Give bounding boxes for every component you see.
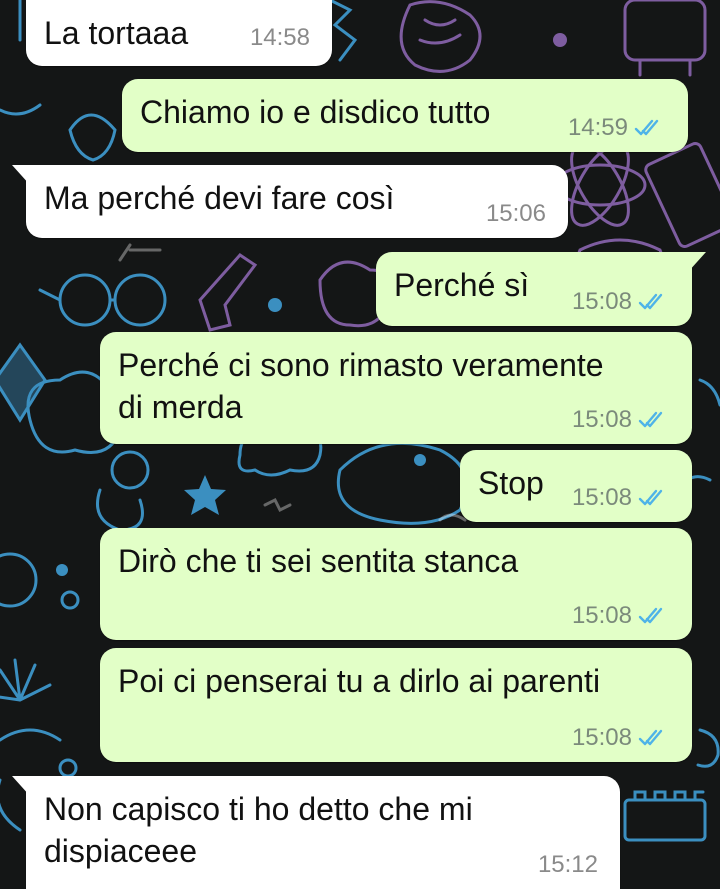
wallpaper-doodle-lego-icon [623, 790, 707, 842]
wallpaper-doodle-star-icon [184, 475, 226, 515]
wallpaper-doodle-revolver-icon [198, 253, 258, 332]
wallpaper-doodle-frame-icon [336, 441, 469, 525]
message-meta: 15:08 [572, 724, 670, 752]
wallpaper-doodle-sticker-icon [623, 0, 707, 77]
message-time: 15:08 [571, 406, 632, 433]
message-time: 15:08 [571, 288, 632, 315]
outgoing-message-bubble[interactable]: Perché ci sono rimasto veramente di merd… [100, 332, 692, 444]
double-check-icon [638, 411, 663, 428]
double-check-icon [638, 293, 663, 310]
double-check-icon [638, 489, 663, 506]
message-meta: 15:08 [572, 406, 670, 434]
outgoing-message-bubble[interactable]: Chiamo io e disdico tutto 14:59 [122, 79, 688, 152]
message-meta: 15:06 [486, 200, 546, 228]
outgoing-message-bubble[interactable]: Stop 15:08 [460, 450, 692, 522]
double-check-icon [638, 607, 663, 624]
message-meta: 14:58 [250, 24, 310, 52]
bubble-tail [12, 165, 30, 185]
wallpaper-doodle-gem-icon [0, 342, 47, 423]
double-check-icon [638, 729, 663, 746]
message-time: 15:08 [571, 602, 632, 629]
outgoing-message-bubble[interactable]: Perché sì 15:08 [376, 252, 706, 326]
message-meta: 14:59 [568, 114, 666, 142]
incoming-message-bubble[interactable]: Ma perché devi fare così 15:06 [12, 165, 568, 238]
wallpaper-doodle-cassette-icon [644, 142, 720, 248]
wallpaper-doodle-leaf-icon [0, 658, 52, 702]
message-text: Dirò che ti sei sentita stanca [118, 543, 519, 579]
double-check-icon [634, 119, 659, 136]
wallpaper-doodle-brain-icon [399, 0, 482, 73]
message-meta: 15:08 [572, 288, 670, 316]
message-meta: 15:08 [572, 484, 670, 512]
message-meta: 15:12 [538, 851, 598, 879]
message-text: Ma perché devi fare così [44, 180, 395, 216]
outgoing-message-bubble[interactable]: Poi ci penserai tu a dirlo ai parenti 15… [100, 648, 692, 762]
incoming-message-bubble[interactable]: La tortaaa 14:58 [26, 0, 332, 66]
bubble-tail [12, 776, 30, 796]
wallpaper-doodle-buttons-icon [0, 552, 80, 610]
bubble-tail [688, 252, 706, 272]
wallpaper-doodle-guitar-icon [96, 450, 150, 532]
incoming-message-bubble[interactable]: Non capisco ti ho detto che mi dispiacee… [12, 776, 620, 889]
message-text: Poi ci penserai tu a dirlo ai parenti [118, 663, 601, 699]
wallpaper-doodle-glasses-icon [38, 273, 167, 327]
message-time: 14:59 [567, 114, 628, 141]
message-time: 15:08 [571, 724, 632, 751]
wallpaper-doodle-rebel-icon [68, 113, 117, 162]
message-text: Non capisco ti ho detto che mi dispiacee… [44, 791, 473, 869]
outgoing-message-bubble[interactable]: Dirò che ti sei sentita stanca 15:08 [100, 528, 692, 640]
message-time: 15:12 [537, 851, 598, 878]
message-time: 15:08 [571, 484, 632, 511]
message-meta: 15:08 [572, 602, 670, 630]
message-time: 14:58 [249, 24, 310, 51]
message-time: 15:06 [485, 200, 546, 227]
